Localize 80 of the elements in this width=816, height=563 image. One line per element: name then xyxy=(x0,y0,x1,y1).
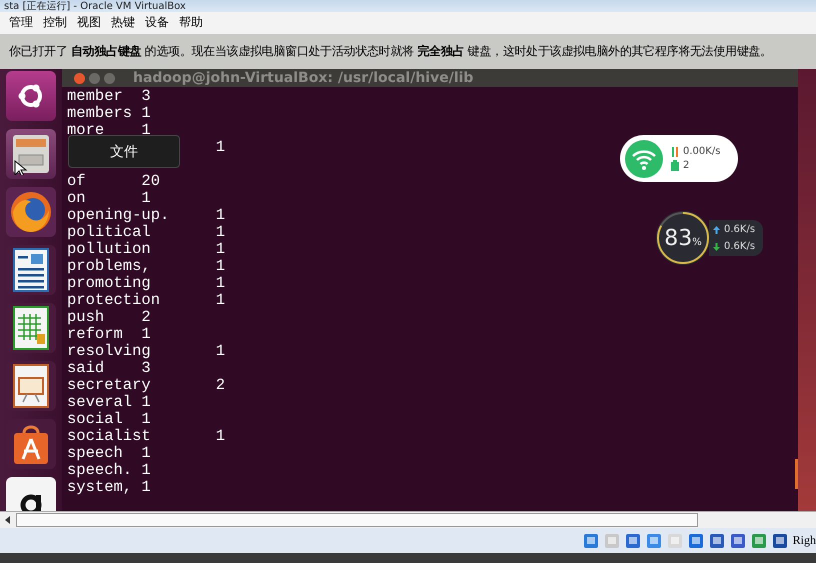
host-key-label: Righ xyxy=(792,533,816,548)
download-speed: 0.6K/s xyxy=(724,241,756,252)
terminal-count: 2 xyxy=(141,309,151,326)
terminal-count: 3 xyxy=(141,88,151,106)
device-status-icon xyxy=(624,532,641,549)
menu-item[interactable]: 控制 xyxy=(38,12,72,34)
terminal-count: 2 xyxy=(216,377,226,394)
terminal-title: hadoop@john-VirtualBox: /usr/local/hive/lib xyxy=(133,70,474,86)
device-status-icon xyxy=(666,532,683,549)
menu-item[interactable]: 视图 xyxy=(72,12,106,34)
network-speed: 0.00K/s xyxy=(683,146,720,158)
window-title: sta [正在运行] - Oracle VM VirtualBox xyxy=(4,0,186,12)
scroll-indicator xyxy=(795,459,798,490)
terminal-word: opening-up. xyxy=(67,207,170,224)
upload-speed: 0.6K/s xyxy=(724,224,756,236)
device-status-icon xyxy=(730,532,746,549)
terminal-count: 1 xyxy=(141,394,151,412)
terminal-word: members xyxy=(67,105,132,122)
terminal-count: 1 xyxy=(216,207,226,224)
device-status-icon xyxy=(688,532,704,549)
terminal-word: member xyxy=(67,88,123,106)
device-status-icon xyxy=(582,532,599,549)
terminal-word: reform xyxy=(67,326,123,344)
terminal-count: 1 xyxy=(141,479,151,496)
terminal-word: speech. xyxy=(67,462,132,480)
menu-item[interactable]: 设备 xyxy=(140,12,174,34)
terminal-count: 1 xyxy=(141,105,151,122)
download-arrow-icon xyxy=(713,242,720,251)
terminal-count: 1 xyxy=(141,190,151,208)
terminal-count: 1 xyxy=(141,445,151,462)
terminal-word: promoting xyxy=(67,275,151,292)
terminal-word: several xyxy=(67,394,132,412)
terminal-count: 1 xyxy=(216,224,226,242)
upload-arrow-icon xyxy=(713,226,720,234)
ubuntu-logo-icon[interactable] xyxy=(6,71,56,122)
battery-icon xyxy=(671,160,679,172)
terminal-word: pollution xyxy=(67,241,151,258)
terminal-count: 1 xyxy=(216,428,226,446)
tooltip: 文件 xyxy=(68,135,180,168)
usage-unit: % xyxy=(692,236,702,248)
terminal-count: 1 xyxy=(216,139,226,156)
terminal-count: 1 xyxy=(141,326,151,344)
wifi-icon xyxy=(625,140,663,178)
terminal-count: 1 xyxy=(216,275,226,292)
terminal-word: secretary xyxy=(67,377,151,394)
terminal-count: 1 xyxy=(141,462,151,480)
terminal-count: 20 xyxy=(141,173,160,190)
terminal-word: political xyxy=(67,224,151,242)
device-status-icon xyxy=(604,532,620,549)
notification-text: 你已打开了 自动独占键盘 的选项。现在当该虚拟电脑窗口处于活动状态时就将 完全独占 键盘，这时处于该虚拟电脑外的其它程序将无法使用键盘。 xyxy=(9,43,772,60)
terminal-word: socialist xyxy=(67,428,151,446)
terminal-word: system, xyxy=(67,479,132,496)
menu-item[interactable]: 帮助 xyxy=(174,12,208,34)
terminal-word: speech xyxy=(67,445,123,462)
terminal-count: 1 xyxy=(216,292,226,310)
terminal-word: push xyxy=(67,309,104,326)
terminal-word: on xyxy=(67,190,86,208)
terminal-word: problems, xyxy=(67,258,151,276)
firefox-icon[interactable] xyxy=(6,187,56,238)
terminal-count: 1 xyxy=(141,411,151,428)
transfer-arrows-icon xyxy=(671,146,679,157)
menu-item[interactable]: 管理 xyxy=(4,12,38,34)
device-status-icon xyxy=(750,532,767,549)
menu-item[interactable]: 热键 xyxy=(106,12,140,34)
terminal-count: 3 xyxy=(141,360,151,378)
terminal-count: 1 xyxy=(216,241,226,258)
terminal-word: resolving xyxy=(67,343,151,360)
close-icon[interactable] xyxy=(74,72,85,84)
terminal-count: 1 xyxy=(216,258,226,276)
device-count: 2 xyxy=(683,160,690,172)
terminal-word: of xyxy=(67,173,86,190)
device-status-icon xyxy=(646,532,662,549)
terminal-word: protection xyxy=(67,292,160,310)
terminal-count: 1 xyxy=(216,343,226,360)
terminal-word: said xyxy=(67,360,104,378)
device-status-icon xyxy=(772,532,788,549)
terminal-word: social xyxy=(67,411,123,428)
device-status-icon xyxy=(708,532,725,549)
file-cabinet-icon[interactable] xyxy=(6,129,56,180)
usage-value: 83 xyxy=(664,226,692,251)
